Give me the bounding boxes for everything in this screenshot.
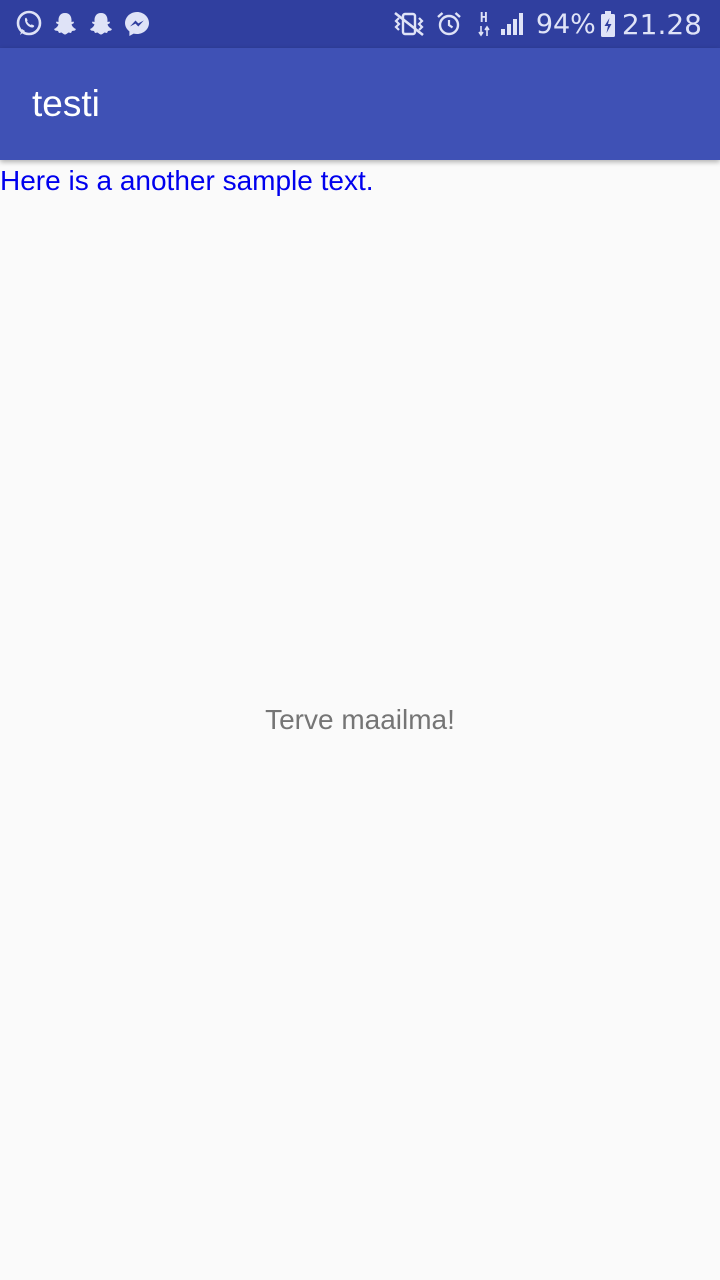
status-bar: H 94% 21.28	[0, 0, 720, 48]
system-status: H 94% 21.28	[382, 6, 702, 42]
hello-world-text: Terve maailma!	[265, 704, 455, 735]
hspa-data-icon: H	[478, 12, 490, 37]
snapchat-icon	[50, 9, 80, 39]
vibrate-mute-icon	[392, 11, 426, 37]
snapchat-icon	[86, 9, 116, 39]
battery-charging-icon	[600, 10, 616, 38]
app-bar: testi	[0, 48, 720, 160]
sample-text: Here is a another sample text.	[0, 165, 374, 196]
signal-icon	[500, 11, 526, 37]
app-title: testi	[32, 83, 100, 124]
alarm-icon	[436, 11, 462, 37]
messenger-icon	[122, 9, 152, 39]
network-type-label: H	[479, 10, 488, 26]
main-content: Here is a another sample text. Terve maa…	[0, 160, 720, 1280]
clock: 21.28	[621, 7, 702, 41]
notification-icons	[14, 9, 158, 39]
battery-percent: 94%	[535, 8, 596, 40]
whatsapp-icon	[14, 9, 44, 39]
